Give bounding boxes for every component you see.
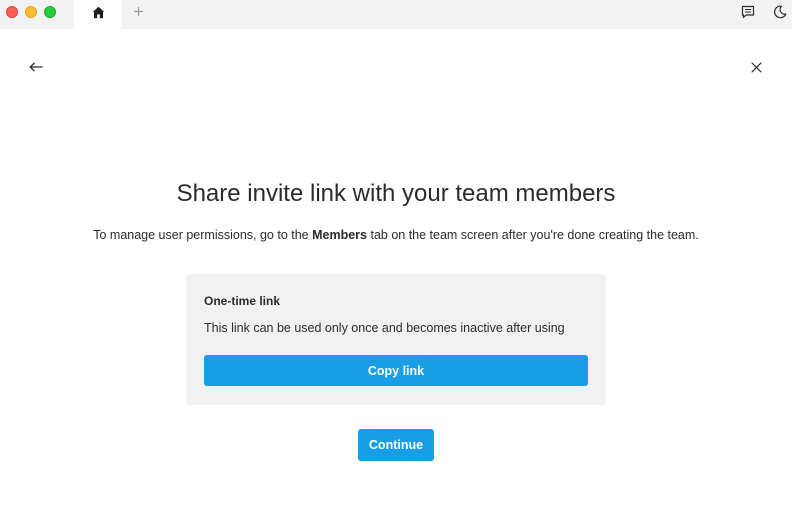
arrow-left-icon bbox=[29, 59, 43, 77]
copy-link-button[interactable]: Copy link bbox=[204, 355, 588, 386]
close-button[interactable] bbox=[746, 59, 766, 79]
members-tab-mention: Members bbox=[312, 228, 367, 242]
card-description: This link can be used only once and beco… bbox=[204, 321, 565, 335]
one-time-link-card: One-time link This link can be used only… bbox=[186, 274, 606, 405]
continue-button[interactable]: Continue bbox=[358, 429, 434, 461]
minimize-window-button[interactable] bbox=[25, 6, 37, 18]
feedback-button[interactable] bbox=[739, 5, 757, 23]
title-bar bbox=[0, 0, 792, 29]
tab-home[interactable] bbox=[74, 0, 122, 29]
maximize-window-button[interactable] bbox=[44, 6, 56, 18]
subtitle-text-end: tab on the team screen after you're done… bbox=[367, 228, 699, 242]
subtitle-text-start: To manage user permissions, go to the bbox=[93, 228, 313, 242]
theme-toggle-button[interactable] bbox=[771, 5, 789, 23]
plus-icon bbox=[133, 4, 144, 22]
moon-icon bbox=[773, 5, 787, 24]
page-title: Share invite link with your team members bbox=[176, 180, 616, 207]
close-icon bbox=[750, 60, 762, 78]
card-title: One-time link bbox=[204, 294, 281, 308]
home-icon bbox=[92, 6, 105, 24]
feedback-icon bbox=[741, 5, 755, 24]
page-subtitle: To manage user permissions, go to the Me… bbox=[0, 228, 792, 242]
new-tab-button[interactable] bbox=[128, 3, 148, 23]
close-window-button[interactable] bbox=[6, 6, 18, 18]
back-button[interactable] bbox=[26, 58, 46, 78]
